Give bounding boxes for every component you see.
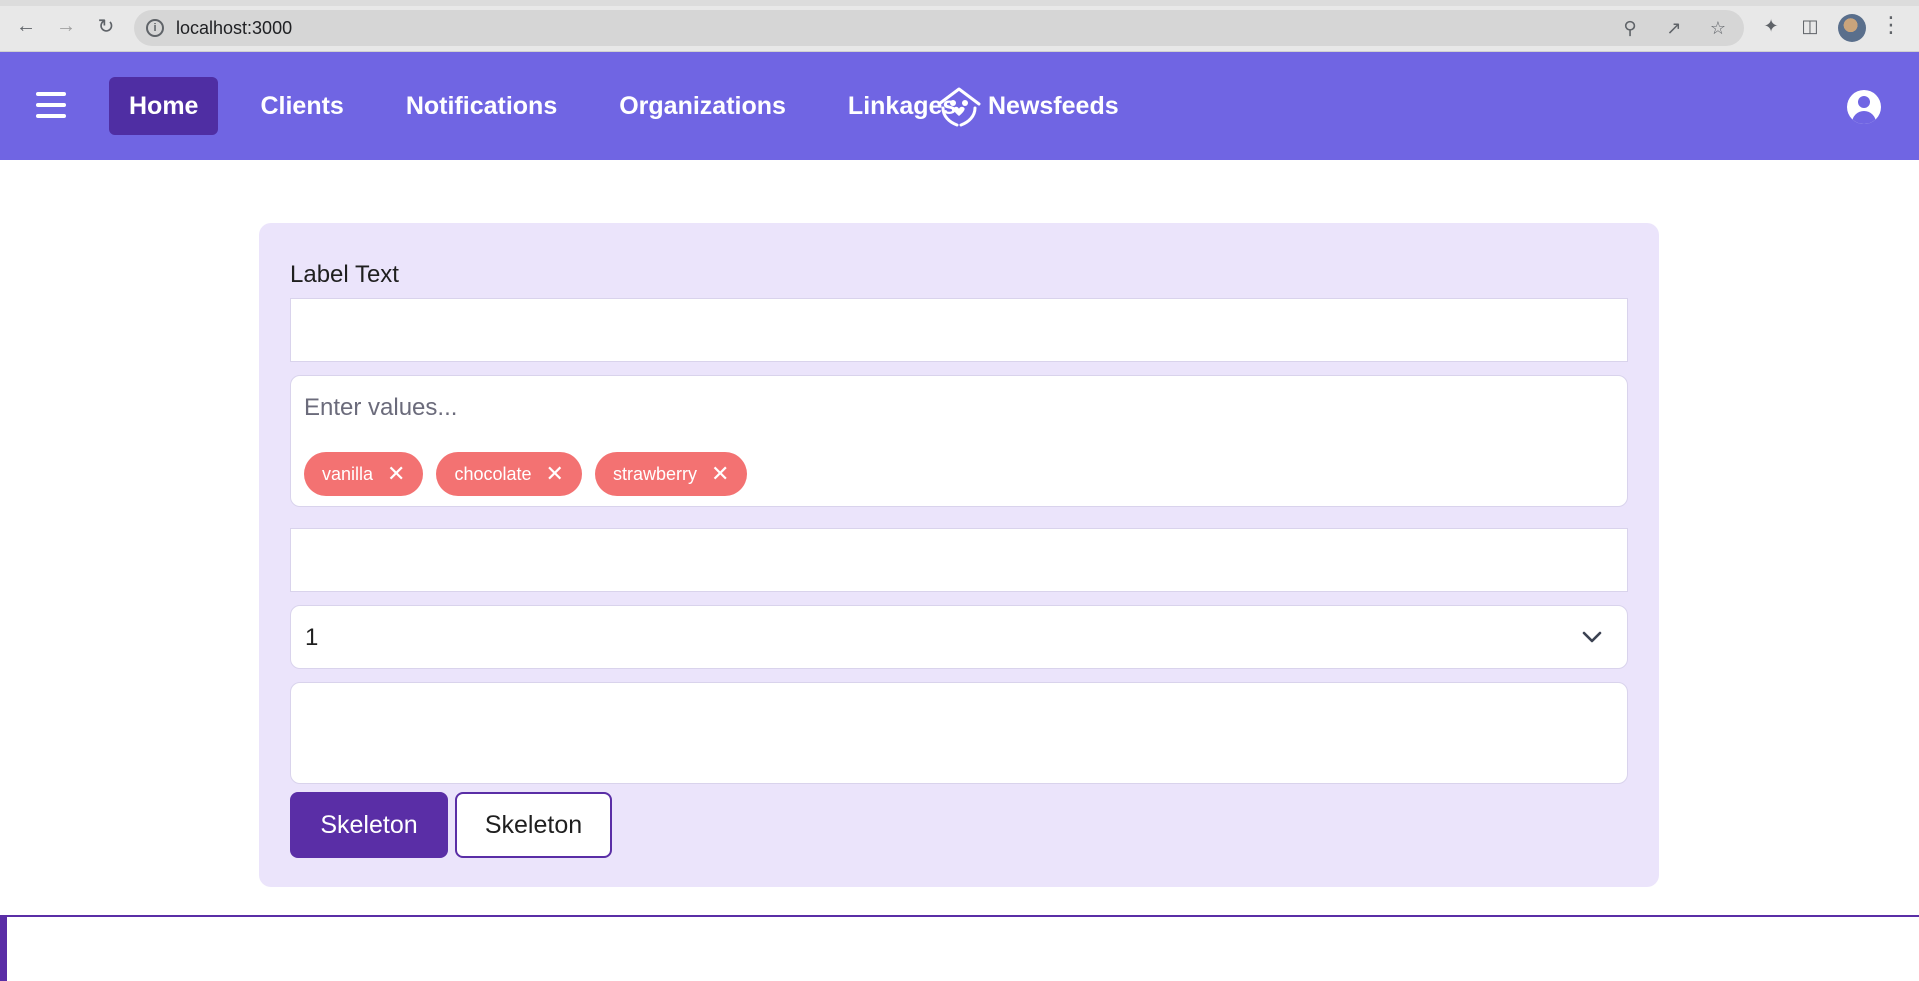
remove-tag-icon[interactable]: ✕ <box>711 463 729 485</box>
remove-tag-icon[interactable]: ✕ <box>546 463 564 485</box>
tag-label: vanilla <box>322 463 374 484</box>
primary-button[interactable]: Skeleton <box>290 792 448 858</box>
field-label: Label Text <box>290 261 399 288</box>
form-card: Label Text Enter values... vanilla ✕ cho… <box>259 223 1659 887</box>
secondary-input[interactable] <box>290 528 1628 592</box>
tag-chip: chocolate ✕ <box>436 452 582 496</box>
select-dropdown[interactable]: 1 <box>290 605 1628 669</box>
zoom-icon[interactable]: ⚲ <box>1618 16 1642 40</box>
text-input[interactable] <box>290 298 1628 362</box>
textarea-field[interactable] <box>290 682 1628 784</box>
reload-icon[interactable]: ↻ <box>92 12 120 40</box>
tags-placeholder: Enter values... <box>304 394 458 421</box>
browser-menu-icon[interactable]: ⋮ <box>1880 12 1902 38</box>
share-icon[interactable]: ↗ <box>1662 16 1686 40</box>
address-bar[interactable]: i localhost:3000 ⚲ ↗ ☆ <box>134 10 1744 46</box>
nav-notifications[interactable]: Notifications <box>386 77 577 135</box>
tag-list: vanilla ✕ chocolate ✕ strawberry ✕ <box>304 452 748 496</box>
account-icon[interactable] <box>1847 90 1881 124</box>
chevron-down-icon <box>1582 631 1602 643</box>
forward-icon[interactable]: → <box>52 12 80 40</box>
footer-divider <box>0 915 1919 917</box>
app-navbar: Home Clients Notifications Organizations… <box>0 52 1919 160</box>
tag-chip: vanilla ✕ <box>304 452 424 496</box>
tags-input[interactable]: Enter values... vanilla ✕ chocolate ✕ st… <box>290 375 1628 507</box>
tab-strip <box>0 0 1919 6</box>
select-value: 1 <box>305 624 319 651</box>
tag-label: strawberry <box>612 463 697 484</box>
logo-icon <box>937 87 981 127</box>
remove-tag-icon[interactable]: ✕ <box>387 463 405 485</box>
nav-clients[interactable]: Clients <box>240 77 363 135</box>
profile-avatar[interactable] <box>1838 14 1866 42</box>
nav-organizations[interactable]: Organizations <box>599 77 806 135</box>
footer-accent <box>0 915 7 981</box>
hamburger-menu-icon[interactable] <box>36 92 66 118</box>
back-icon[interactable]: ← <box>12 12 40 40</box>
site-info-icon[interactable]: i <box>146 19 164 37</box>
extensions-icon[interactable]: ✦ <box>1759 14 1783 38</box>
browser-toolbar: ← → ↻ i localhost:3000 ⚲ ↗ ☆ ✦ ◫ ⋮ <box>0 0 1919 52</box>
nav-home[interactable]: Home <box>109 77 219 135</box>
secondary-button[interactable]: Skeleton <box>455 792 612 858</box>
bookmark-star-icon[interactable]: ☆ <box>1706 16 1730 40</box>
nav-items: Home Clients Notifications Organizations… <box>109 77 998 135</box>
side-panel-icon[interactable]: ◫ <box>1798 14 1822 38</box>
tag-chip: strawberry ✕ <box>594 452 748 496</box>
url-text: localhost:3000 <box>176 18 293 38</box>
nav-newsfeeds[interactable]: Newsfeeds <box>988 77 1119 135</box>
tag-label: chocolate <box>454 463 532 484</box>
